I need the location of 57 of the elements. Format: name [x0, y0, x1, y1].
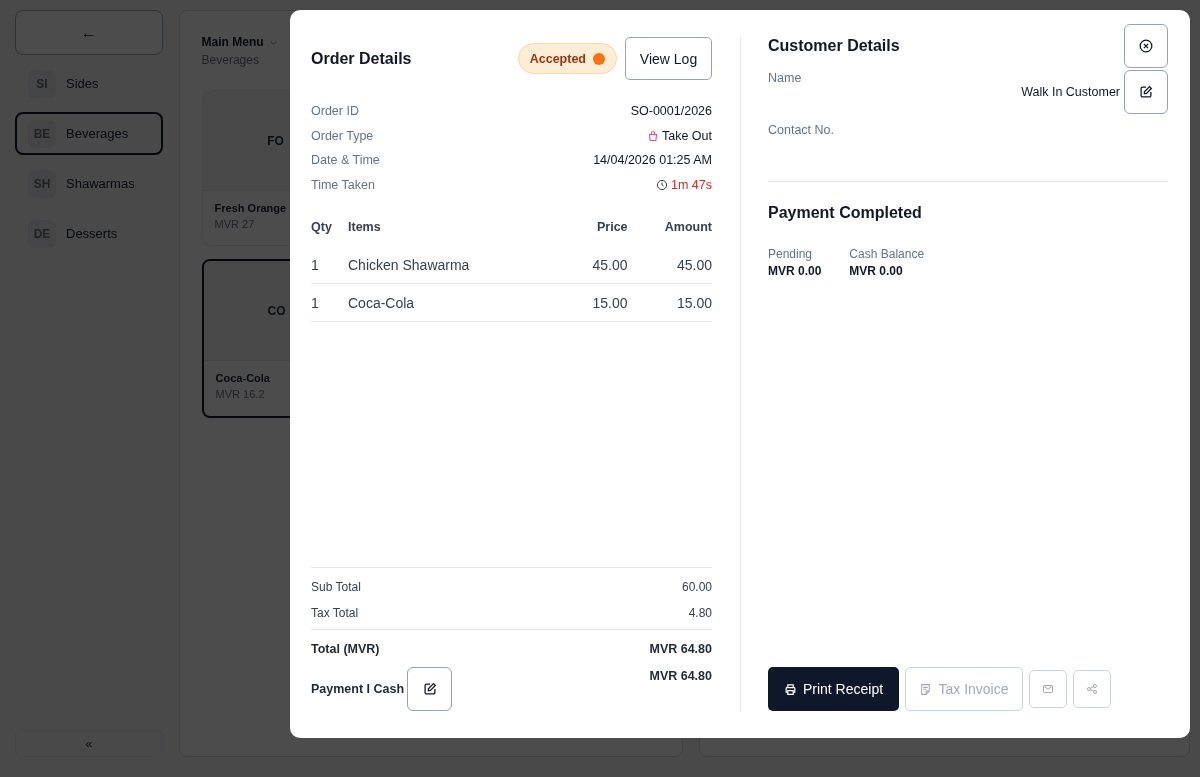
section-title: Payment Completed [768, 204, 923, 222]
collapse-button[interactable]: « [15, 730, 163, 757]
field-value: 14/04/2026 01:25 AM [593, 153, 712, 168]
table-cell: 1 [311, 283, 348, 322]
placeholder-initials: FO [267, 133, 284, 148]
balance-label: Pending [768, 247, 814, 261]
document-icon [919, 682, 933, 696]
customer-name: Walk In Customer [1021, 85, 1120, 99]
status-dot [593, 52, 605, 65]
placeholder-initials: CO [267, 303, 286, 318]
column-header: Price [596, 218, 628, 236]
total-label: Total (MVR) [311, 641, 380, 656]
edit-icon [1139, 85, 1153, 99]
close-icon [1139, 39, 1153, 53]
section-title: Order Details [311, 49, 413, 68]
column-header: Qty [311, 217, 348, 246]
field-value: 1m 47s [671, 177, 712, 192]
total-value: 4.80 [688, 606, 712, 620]
table-cell: 15.00 [627, 283, 712, 322]
section-title: Customer Details [768, 37, 901, 55]
edit-payment-button[interactable] [407, 667, 453, 711]
printer-icon [783, 682, 797, 696]
back-button[interactable]: ← [15, 10, 163, 55]
shopping-bag-icon [646, 129, 659, 142]
view-log-button[interactable]: View Log [625, 37, 712, 80]
total-value: MVR 64.80 [649, 641, 712, 656]
balance-value: MVR 0.00 [849, 264, 904, 278]
product-name: Coca-Cola [215, 372, 270, 384]
column-header: Amount [663, 218, 712, 236]
payment-amount: MVR 64.80 [649, 669, 712, 683]
table-cell: 1 [311, 246, 348, 284]
total-label: Sub Total [311, 580, 361, 594]
table-cell: 45.00 [627, 246, 712, 284]
field-label: Name [768, 71, 802, 85]
table-cell: Chicken Shawarma [348, 246, 565, 284]
print-receipt-button[interactable]: Print Receipt [768, 667, 899, 711]
field-value: Take Out [661, 128, 712, 143]
field-value: SO-0001/2026 [630, 104, 712, 119]
table-cell: 45.00 [564, 246, 628, 284]
balance-label: Cash Balance [849, 247, 925, 261]
mail-icon [1042, 683, 1054, 695]
menu-title[interactable]: Main Menu [201, 35, 264, 49]
table-cell: Coca-Cola [348, 283, 565, 322]
close-button[interactable] [1124, 24, 1168, 68]
product-name: Fresh Orange [214, 202, 287, 214]
share-icon [1086, 683, 1098, 695]
total-value: 60.00 [681, 580, 712, 594]
payment-label: Payment I Cash [311, 682, 405, 696]
column-header: Items [348, 218, 382, 236]
status-label: Accepted [529, 51, 586, 66]
edit-icon [422, 682, 437, 696]
total-label: Tax Total [311, 606, 359, 620]
edit-customer-button[interactable] [1124, 70, 1168, 114]
field-label: Contact No. [768, 123, 1168, 182]
clock-icon [656, 178, 668, 191]
balance-value: MVR 0.00 [768, 264, 822, 278]
table-cell: 15.00 [564, 283, 628, 322]
